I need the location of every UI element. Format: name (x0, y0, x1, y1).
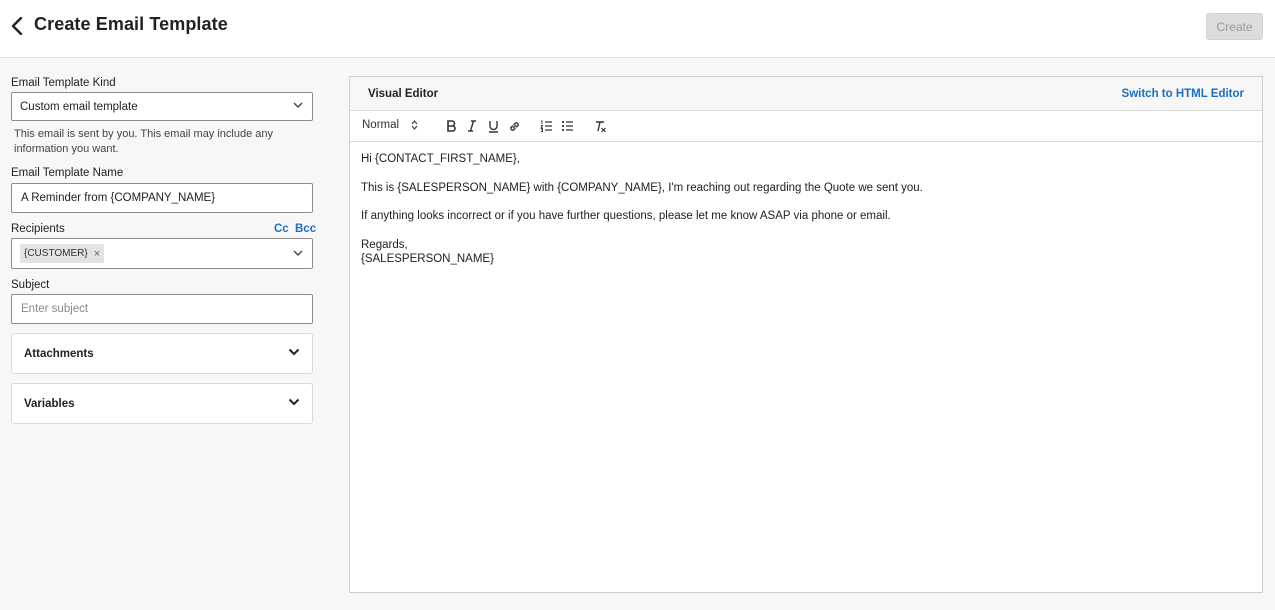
page-title: Create Email Template (34, 14, 228, 34)
create-button[interactable]: Create (1206, 13, 1263, 40)
template-name-value: A Reminder from {COMPANY_NAME} (21, 192, 216, 204)
clear-format-icon (595, 120, 606, 132)
chevron-down-icon (288, 398, 300, 406)
recipients-label: Recipients (11, 223, 65, 235)
editor-toolbar: Normal (350, 111, 1262, 142)
editor-title: Visual Editor (368, 88, 439, 100)
body-line: {SALESPERSON_NAME} (361, 253, 494, 265)
subject-label: Subject (11, 279, 50, 291)
visual-editor: Visual Editor Switch to HTML Editor Norm… (349, 76, 1263, 593)
body-line: This is {SALESPERSON_NAME} with {COMPANY… (361, 181, 923, 194)
variables-accordion[interactable]: Variables (11, 383, 313, 424)
kind-select-value: Custom email template (20, 100, 138, 113)
ordered-list-icon (539, 120, 552, 132)
recipient-chip-label: {CUSTOMER} (24, 248, 88, 259)
chevron-down-icon (293, 250, 303, 256)
underline-icon (488, 120, 498, 133)
link-icon (509, 121, 519, 131)
editor-content[interactable]: Hi {CONTACT_FIRST_NAME}, This is {SALESP… (361, 152, 1241, 267)
name-label: Email Template Name (11, 167, 124, 179)
underline-button[interactable] (485, 118, 501, 134)
cc-link[interactable]: Cc (274, 223, 289, 235)
chevron-left-icon (11, 17, 23, 35)
recipient-chip: {CUSTOMER} × (20, 244, 105, 263)
variables-label: Variables (24, 397, 75, 410)
format-select-value: Normal (362, 119, 400, 131)
recipients-select[interactable]: {CUSTOMER} × (11, 238, 313, 269)
italic-button[interactable] (464, 118, 480, 134)
bold-button[interactable] (443, 118, 459, 134)
kind-help-text: This email is sent by you. This email ma… (14, 128, 274, 155)
chevron-down-icon (293, 102, 303, 108)
kind-select[interactable]: Custom email template (11, 92, 313, 121)
subject-placeholder: Enter subject (21, 303, 89, 315)
link-button[interactable] (506, 118, 522, 134)
chevron-down-icon (288, 348, 300, 356)
remove-chip-icon[interactable]: × (94, 248, 100, 260)
page-header: Create Email Template Create (0, 0, 1275, 58)
ordered-list-button[interactable] (538, 118, 554, 134)
body-line: Hi {CONTACT_FIRST_NAME}, (361, 153, 520, 165)
format-select[interactable]: Normal (362, 119, 418, 131)
sort-arrows-icon (411, 120, 418, 130)
body-line: Regards, (361, 238, 408, 251)
back-button[interactable] (6, 13, 28, 39)
kind-label: Email Template Kind (11, 77, 116, 89)
template-name-input[interactable]: A Reminder from {COMPANY_NAME} (11, 183, 313, 213)
bullet-list-icon (561, 120, 573, 132)
bullet-list-button[interactable] (559, 118, 575, 134)
bcc-link[interactable]: Bcc (295, 223, 316, 235)
body-line: If anything looks incorrect or if you ha… (361, 210, 891, 222)
attachments-accordion[interactable]: Attachments (11, 333, 313, 374)
switch-to-html-link[interactable]: Switch to HTML Editor (1122, 88, 1244, 100)
subject-input[interactable]: Enter subject (11, 294, 313, 324)
bold-icon (447, 120, 456, 132)
editor-header: Visual Editor Switch to HTML Editor (350, 77, 1262, 111)
attachments-label: Attachments (24, 347, 94, 360)
italic-icon (468, 120, 476, 132)
clear-format-button[interactable] (592, 118, 608, 134)
